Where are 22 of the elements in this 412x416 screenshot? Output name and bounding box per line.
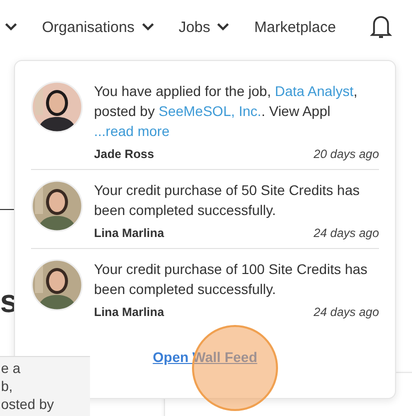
notification-message: You have applied for the job, Data Analyst, posted by SeeMeSOL, Inc.. View Appl — [94, 82, 358, 121]
feed-text: b, — [1, 377, 13, 395]
timestamp: 20 days ago — [314, 147, 379, 161]
notification-message: Your credit purchase of 50 Site Credits has been completed successfully. — [94, 181, 361, 220]
chevron-down-icon[interactable] — [140, 22, 155, 32]
notification-message: Your credit purchase of 100 Site Credits has been completed successfully. — [94, 260, 368, 299]
timestamp: 24 days ago — [314, 305, 379, 319]
author-name: Lina Marlina — [94, 226, 164, 240]
message-link[interactable]: Data Analyst — [274, 83, 354, 99]
nav-link[interactable]: Marketplace — [254, 18, 336, 36]
nav-link[interactable]: Jobs — [178, 18, 230, 36]
feed-text: e a — [1, 359, 20, 377]
message-link[interactable]: SeeMeSOL, Inc. — [158, 103, 262, 119]
author-name: Lina Marlina — [94, 305, 164, 319]
chevron-down-icon[interactable] — [216, 22, 230, 32]
chevron-down-icon[interactable] — [4, 22, 18, 32]
author-name: Jade Ross — [94, 147, 154, 161]
bell-icon[interactable] — [370, 14, 392, 40]
nav-link[interactable]: Organisations — [42, 18, 155, 36]
timestamp: 24 days ago — [314, 226, 379, 240]
read-more-link[interactable]: ...read more — [94, 121, 170, 141]
feed-text: osted by — [1, 395, 54, 413]
